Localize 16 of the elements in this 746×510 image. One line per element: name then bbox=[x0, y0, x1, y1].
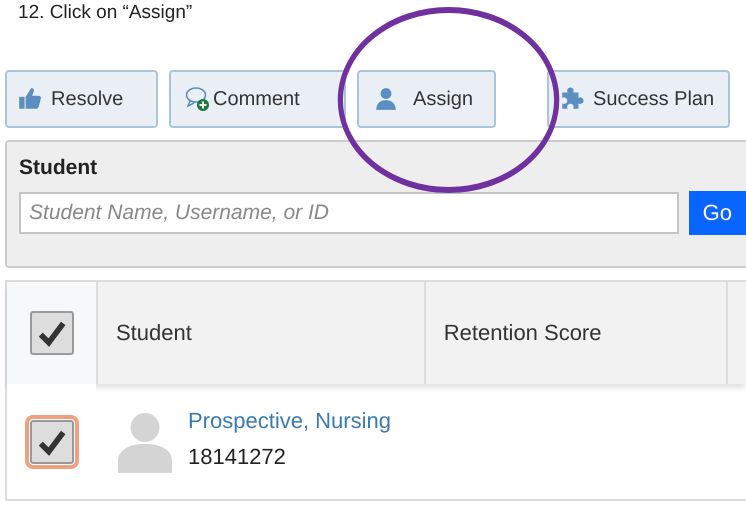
column-header[interactable]: Retention Score bbox=[444, 320, 602, 346]
column-header[interactable]: Student bbox=[116, 320, 192, 346]
toolbar-button[interactable]: Success Plan bbox=[547, 70, 730, 128]
toolbar-button[interactable]: Assign bbox=[357, 70, 496, 128]
student-id: 18141272 bbox=[188, 444, 287, 470]
select-all-checkbox[interactable] bbox=[30, 311, 74, 355]
avatar-icon bbox=[116, 410, 174, 472]
thumbs-up-icon bbox=[17, 86, 43, 112]
toolbar-button[interactable]: Comment bbox=[169, 70, 346, 128]
instruction-text: 12. Click on “Assign” bbox=[17, 1, 194, 24]
student-link[interactable]: Prospective, Nursing bbox=[188, 408, 391, 434]
search-field[interactable]: Student Name, Username, or ID bbox=[19, 192, 679, 234]
field-label: Student bbox=[19, 156, 98, 180]
toolbar-button[interactable]: Resolve bbox=[5, 70, 158, 128]
add-comment-icon bbox=[185, 86, 211, 112]
go-button[interactable]: Go bbox=[688, 191, 746, 235]
